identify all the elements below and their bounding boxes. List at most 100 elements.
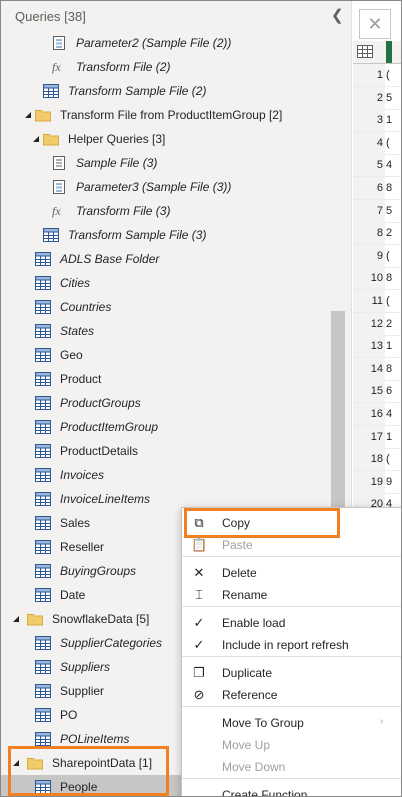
table-cell[interactable]: 5 (386, 200, 401, 222)
queries-scrollbar-thumb[interactable] (331, 311, 345, 519)
table-cell[interactable]: 8 (386, 267, 401, 289)
tree-item[interactable]: Invoices (1, 463, 333, 487)
parameter-icon (51, 36, 67, 50)
table-row[interactable]: 9( (353, 244, 401, 268)
tree-item[interactable]: Geo (1, 343, 333, 367)
table-cell[interactable]: 1 (386, 109, 401, 131)
tree-item[interactable]: Sample File (3) (1, 151, 333, 175)
tree-item[interactable]: Countries (1, 295, 333, 319)
tree-item-label: ADLS Base Folder (60, 252, 160, 266)
table-menu-icon[interactable] (357, 45, 373, 58)
row-number: 15 (353, 380, 385, 403)
table-row[interactable]: 19 9 (353, 470, 401, 494)
tree-item-label: States (60, 324, 95, 338)
tree-item[interactable]: Parameter3 (Sample File (3)) (1, 175, 333, 199)
table-row[interactable]: 10 8 (353, 267, 401, 291)
table-row[interactable]: 25 (353, 86, 401, 110)
tree-item[interactable]: Parameter2 (Sample File (2)) (1, 31, 333, 55)
expand-triangle-icon[interactable] (11, 613, 21, 623)
table-cell[interactable]: ( (386, 245, 401, 267)
tree-item[interactable]: Product (1, 367, 333, 391)
table-row[interactable]: 14 8 (353, 357, 401, 381)
tree-item-label: SnowflakeData [5] (52, 612, 150, 626)
table-cell[interactable]: ( (386, 64, 401, 86)
menu-item-label: Move Down (222, 760, 286, 774)
menu-item-rename[interactable]: ⌶ Rename (182, 584, 401, 606)
tree-item[interactable]: ProductDetails (1, 439, 333, 463)
power-query-window: Queries [38] ❮ Parameter2 (Sample File (… (0, 0, 402, 797)
table-cell[interactable]: 4 (386, 403, 401, 425)
menu-item-create-function[interactable]: Create Function... (182, 784, 401, 796)
table-icon (35, 276, 51, 290)
table-cell[interactable]: ( (386, 448, 401, 470)
table-row[interactable]: 82 (353, 222, 401, 246)
table-row[interactable]: 12 2 (353, 312, 401, 336)
table-cell[interactable]: 8 (386, 177, 401, 199)
tree-item-label: ProductDetails (60, 444, 139, 458)
menu-item-label: Enable load (222, 616, 286, 630)
table-row[interactable]: 4( (353, 131, 401, 155)
menu-item-reference[interactable]: ⊘ Reference (182, 684, 401, 706)
table-icon (35, 444, 51, 458)
table-row[interactable]: 1( (353, 64, 401, 87)
tree-item[interactable]: Transform Sample File (3) (1, 223, 333, 247)
menu-item-delete[interactable]: ✕ Delete (182, 562, 401, 584)
tree-item[interactable]: ADLS Base Folder (1, 247, 333, 271)
chevron-left-icon[interactable]: ❮ (331, 8, 345, 24)
table-icon (43, 84, 59, 98)
table-cell[interactable]: 8 (386, 358, 401, 380)
table-row[interactable]: 15 6 (353, 380, 401, 404)
menu-item-include-in-report-refresh[interactable]: ✓ Include in report refresh (182, 634, 401, 656)
table-cell[interactable]: 5 (386, 87, 401, 109)
menu-item-duplicate[interactable]: ❐ Duplicate (182, 662, 401, 684)
reference-icon: ⊘ (193, 687, 205, 702)
menu-item-enable-load[interactable]: ✓ Enable load (182, 612, 401, 634)
menu-item-move-down: Move Down (182, 756, 401, 778)
row-number: 8 (353, 222, 385, 245)
tree-item[interactable]: Transform Sample File (2) (1, 79, 333, 103)
table-cell[interactable]: 1 (386, 426, 401, 448)
tree-item[interactable]: States (1, 319, 333, 343)
tree-item-label: Sample File (3) (76, 156, 158, 170)
table-row[interactable]: 31 (353, 109, 401, 133)
row-number: 12 (353, 312, 385, 335)
table-row[interactable]: 18( (353, 448, 401, 472)
row-number: 10 (353, 267, 385, 290)
menu-separator (182, 606, 401, 607)
menu-item-move-to-group[interactable]: Move To Group › (182, 712, 401, 734)
tree-item[interactable]: ProductItemGroup (1, 415, 333, 439)
table-row[interactable]: 13 1 (353, 335, 401, 359)
expand-triangle-icon[interactable] (23, 109, 33, 119)
table-icon (35, 348, 51, 362)
row-number: 7 (353, 199, 385, 222)
table-row[interactable]: 11( (353, 290, 401, 313)
table-cell[interactable]: 4 (386, 154, 401, 176)
table-cell[interactable]: 2 (386, 313, 401, 335)
row-number: 19 (353, 470, 385, 493)
tree-group[interactable]: Helper Queries [3] (1, 127, 333, 151)
table-cell[interactable]: 6 (386, 380, 401, 402)
copy-highlight-box (184, 508, 340, 538)
row-number: 3 (353, 109, 385, 132)
close-icon[interactable]: ✕ (359, 9, 391, 39)
table-cell[interactable]: ( (386, 290, 401, 312)
table-cell[interactable]: ( (386, 132, 401, 154)
table-cell[interactable]: 2 (386, 222, 401, 244)
table-cell[interactable]: 9 (386, 471, 401, 493)
tree-group[interactable]: Transform File from ProductItemGroup [2] (1, 103, 333, 127)
menu-item-label: Rename (222, 588, 268, 602)
menu-separator (182, 706, 401, 707)
column-header-accent (386, 41, 392, 63)
tree-item-label: Parameter2 (Sample File (2)) (76, 36, 232, 50)
tree-item[interactable]: fx Transform File (3) (1, 199, 333, 223)
expand-triangle-icon[interactable] (31, 133, 41, 143)
table-cell[interactable]: 1 (386, 335, 401, 357)
table-row[interactable]: 54 (353, 154, 401, 178)
table-row[interactable]: 68 (353, 177, 401, 200)
tree-item[interactable]: Cities (1, 271, 333, 295)
table-row[interactable]: 17 1 (353, 425, 401, 449)
tree-item[interactable]: fx Transform File (2) (1, 55, 333, 79)
table-row[interactable]: 75 (353, 199, 401, 223)
table-row[interactable]: 16 4 (353, 403, 401, 426)
tree-item[interactable]: ProductGroups (1, 391, 333, 415)
